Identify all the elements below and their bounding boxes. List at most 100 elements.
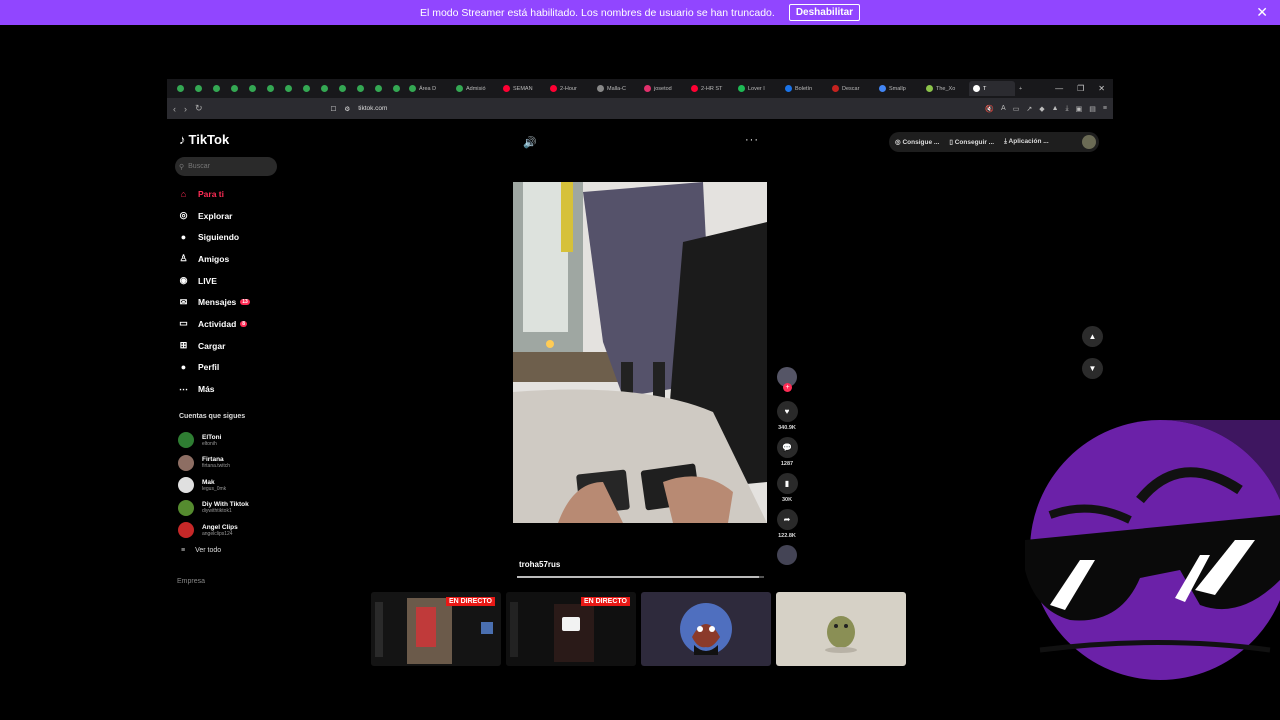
search-input[interactable]: ⚲ Buscar — [175, 157, 277, 176]
browser-tab[interactable] — [189, 81, 207, 96]
browser-tab[interactable]: Admisió — [452, 81, 499, 96]
save-action[interactable]: ▮ 30K — [776, 473, 798, 503]
window-close-icon[interactable]: ✕ — [1098, 84, 1105, 93]
url-field[interactable]: ☐ ⚙ tiktok.com — [331, 101, 931, 116]
sidebar-item-profile[interactable]: ● Perfil — [177, 357, 250, 379]
sidebar-item-home[interactable]: ⌂ Para ti — [177, 183, 250, 205]
sidebar-item-more[interactable]: ⋯ Más — [177, 378, 250, 400]
tabs-icon[interactable]: ▣ — [1076, 105, 1083, 113]
more-options-icon[interactable]: ··· — [745, 134, 759, 146]
get-coins-label: Consigue ... — [902, 139, 940, 146]
browser-tab[interactable] — [207, 81, 225, 96]
disable-streamer-mode-button[interactable]: Deshabilitar — [788, 4, 861, 21]
browser-tab[interactable]: T — [969, 81, 1015, 96]
home-icon: ⌂ — [180, 188, 187, 199]
sidebar-item-following[interactable]: ● Siguiendo — [177, 226, 250, 248]
previous-video-button[interactable]: ▲ — [1082, 326, 1103, 347]
sidebar-item-activity[interactable]: ▭ Actividad 8 — [177, 313, 250, 335]
browser-tab[interactable]: Lover I — [734, 81, 781, 96]
browser-tab[interactable] — [225, 81, 243, 96]
browser-tab[interactable] — [369, 81, 387, 96]
video-progress-bar[interactable] — [517, 576, 764, 578]
url-text: tiktok.com — [358, 105, 388, 112]
music-disc-avatar[interactable] — [777, 545, 797, 565]
mute-icon[interactable]: 🔇 — [985, 105, 994, 113]
browser-tab[interactable] — [333, 81, 351, 96]
downloads-icon[interactable]: ⤓ — [1066, 105, 1069, 113]
stream-preview-3[interactable] — [641, 592, 771, 666]
stream-preview-4[interactable] — [776, 592, 906, 666]
sidebar-item-compass[interactable]: ◎ Explorar — [177, 205, 250, 227]
sidebar-icon[interactable]: ▤ — [1089, 105, 1096, 113]
browser-tab[interactable]: josetod — [640, 81, 687, 96]
share-icon[interactable]: ➦ — [776, 509, 798, 530]
like-action[interactable]: ♥ 340.9K — [776, 401, 798, 431]
browser-tab[interactable] — [261, 81, 279, 96]
sidebar-item-upload[interactable]: ⊞ Cargar — [177, 335, 250, 357]
share-action[interactable]: ➦ 122.8K — [776, 509, 798, 539]
browser-tab[interactable] — [297, 81, 315, 96]
minimize-icon[interactable]: — — [1055, 84, 1063, 93]
get-coins-button[interactable]: ◎ Consigue ... — [895, 138, 939, 146]
video-player[interactable] — [513, 182, 767, 523]
bookmark-icon[interactable]: ▮ — [776, 473, 798, 494]
browser-tab[interactable]: Boletín — [781, 81, 828, 96]
browser-tab[interactable]: SEMAN — [499, 81, 546, 96]
browser-tab[interactable] — [387, 81, 405, 96]
sidebar-item-messages[interactable]: ✉ Mensajes 13 — [177, 291, 250, 313]
browser-tab[interactable] — [351, 81, 369, 96]
back-icon[interactable]: ‹ — [173, 104, 176, 114]
extension-icon-2[interactable]: ▲ — [1052, 105, 1059, 113]
bookmark-icon[interactable]: ☐ — [331, 105, 337, 113]
followed-account[interactable]: Diy With Tiktok diywithtiktok1 — [178, 497, 249, 520]
sidebar-item-live[interactable]: ◉ LIVE — [177, 270, 250, 292]
browser-tab[interactable]: Descar — [828, 81, 875, 96]
reload-icon[interactable]: ↻ — [195, 103, 203, 114]
browser-tab[interactable] — [171, 81, 189, 96]
messages-icon: ✉ — [179, 296, 188, 307]
browser-tab[interactable] — [315, 81, 333, 96]
browser-tab[interactable]: 2-Hour — [546, 81, 593, 96]
followed-account[interactable]: Mak legus_0mk — [178, 474, 249, 497]
download-app-button[interactable]: ⤓ Aplicación ... — [1004, 138, 1049, 146]
video-username[interactable]: troha57rus — [519, 560, 560, 569]
follow-plus-icon[interactable]: + — [783, 383, 792, 392]
browser-tab[interactable]: Área D — [405, 81, 452, 96]
sidebar-item-friends[interactable]: ♙ Amigos — [177, 248, 250, 270]
heart-icon[interactable]: ♥ — [776, 401, 798, 422]
browser-tab[interactable]: Smallp — [875, 81, 922, 96]
account-name: Diy With Tiktok — [202, 501, 249, 509]
get-app-button[interactable]: ▯ Conseguir ... — [949, 138, 994, 146]
profile-avatar[interactable] — [1082, 135, 1096, 149]
next-video-button[interactable]: ▼ — [1082, 358, 1103, 379]
footer-company-link[interactable]: Empresa — [177, 578, 205, 585]
translate-icon[interactable]: A — [1001, 105, 1006, 113]
followed-account[interactable]: Angel Clips angelclips124 — [178, 519, 249, 542]
followed-account[interactable]: Firtana firtana.twitch — [178, 452, 249, 475]
comment-icon[interactable]: 💬 — [776, 437, 798, 458]
stream-preview-1[interactable]: EN DIRECTO — [371, 592, 501, 666]
site-info-icon[interactable]: ⚙ — [344, 105, 350, 113]
menu-icon[interactable]: ≡ — [1103, 105, 1107, 113]
browser-tab[interactable]: Malla-C — [593, 81, 640, 96]
browser-tab[interactable] — [279, 81, 297, 96]
volume-icon[interactable]: 🔊 — [523, 136, 537, 149]
account-text: Firtana firtana.twitch — [202, 456, 230, 469]
tiktok-logo[interactable]: ♪ TikTok — [179, 132, 229, 147]
extension-icon[interactable]: ◆ — [1039, 105, 1044, 113]
browser-tab[interactable]: The_Xo — [922, 81, 969, 96]
see-all-link[interactable]: ≡ Ver todo — [181, 547, 221, 554]
share-icon[interactable]: ↗ — [1026, 105, 1032, 113]
forward-icon[interactable]: › — [184, 104, 187, 114]
browser-tab[interactable]: 2-HR ST — [687, 81, 734, 96]
tab-label: 2-HR ST — [701, 85, 723, 92]
browser-tab[interactable] — [243, 81, 261, 96]
comment-action[interactable]: 💬 1287 — [776, 437, 798, 467]
maximize-icon[interactable]: ❐ — [1077, 84, 1084, 93]
creator-avatar[interactable]: + — [777, 367, 797, 392]
new-tab-button[interactable]: + — [1015, 81, 1026, 96]
stream-preview-2[interactable]: EN DIRECTO — [506, 592, 636, 666]
screen-icon[interactable]: ▭ — [1013, 105, 1020, 113]
close-icon[interactable]: ✕ — [1256, 4, 1268, 21]
followed-account[interactable]: ElToni eltonih — [178, 429, 249, 452]
